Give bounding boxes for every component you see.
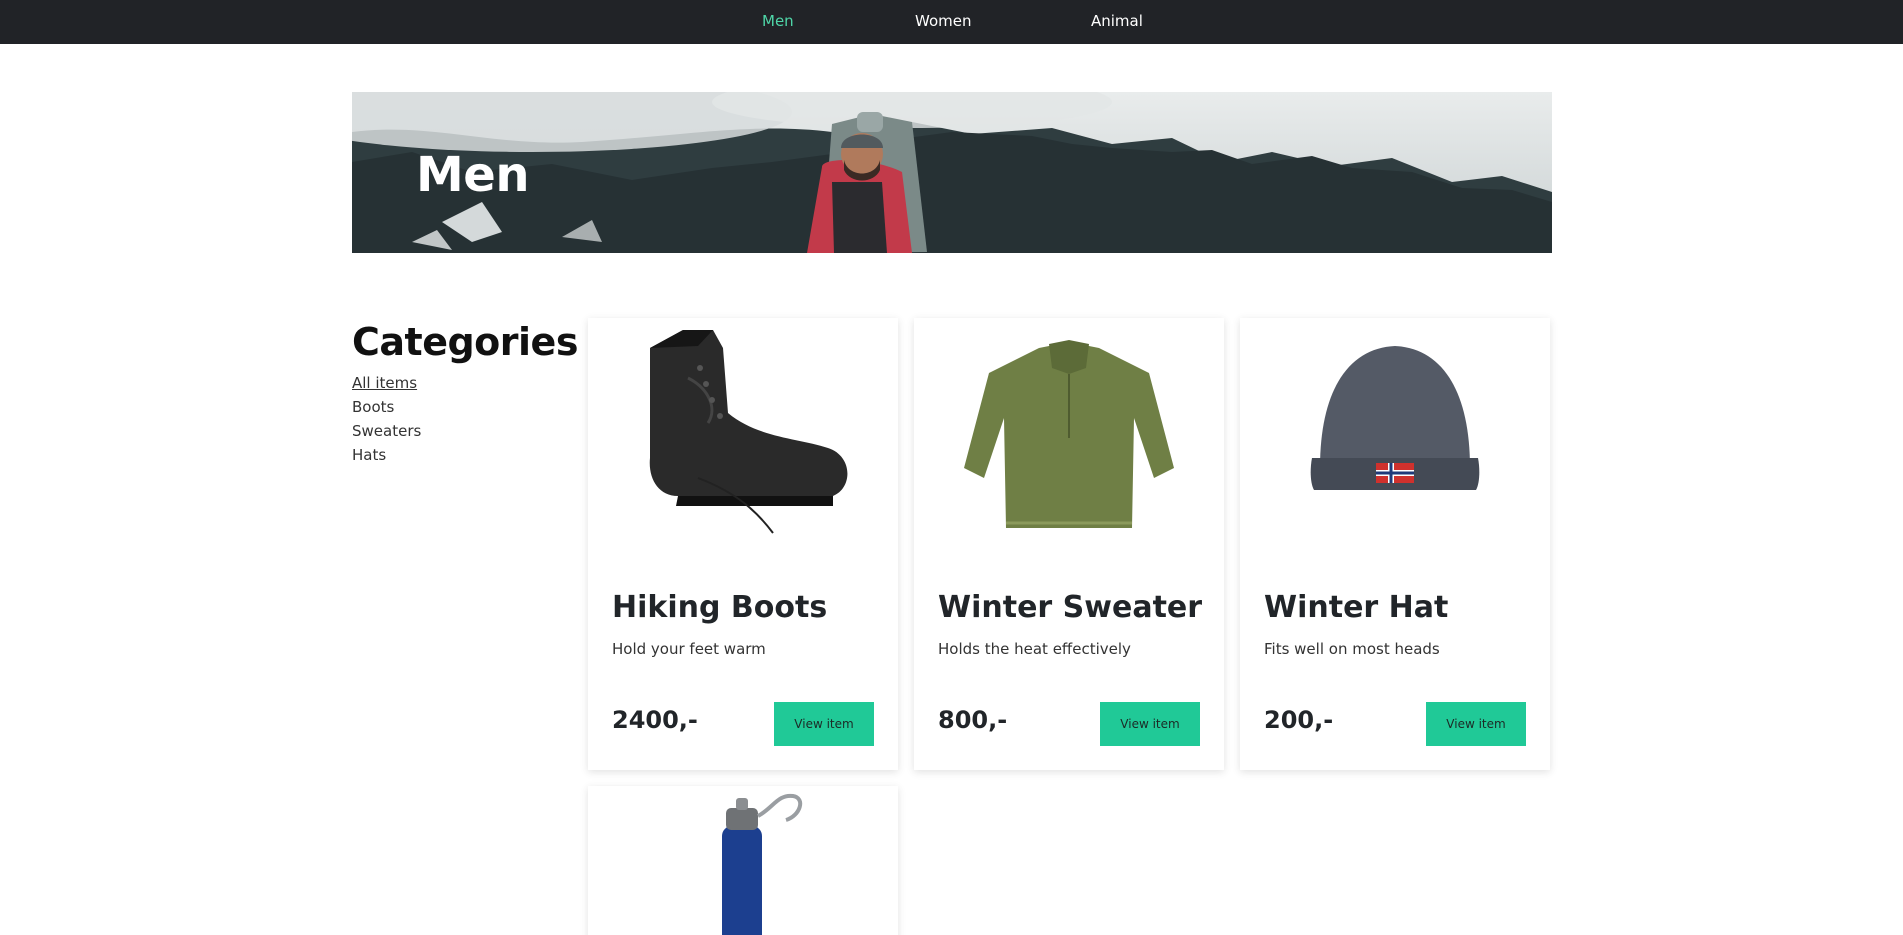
hero-mountain-image [352, 92, 1552, 253]
product-description: Holds the heat effectively [938, 640, 1131, 658]
nav-link-animal[interactable]: Animal [1091, 0, 1143, 44]
product-description: Hold your feet warm [612, 640, 766, 658]
product-name: Winter Hat [1264, 590, 1449, 625]
product-card: Winter Sweater Holds the heat effectivel… [914, 318, 1224, 770]
category-hats[interactable]: Hats [352, 443, 421, 467]
category-boots[interactable]: Boots [352, 395, 421, 419]
nav-link-men[interactable]: Men [762, 0, 794, 44]
view-item-button[interactable]: View item [774, 702, 874, 746]
sweater-image [964, 340, 1174, 528]
hero-title: Men [416, 147, 530, 203]
product-card: Hiking Boots Hold your feet warm 2400,- … [588, 318, 898, 770]
category-all-items[interactable]: All items [352, 371, 421, 395]
hero-banner: Men [352, 92, 1552, 253]
hat-image [1310, 346, 1480, 490]
view-item-button[interactable]: View item [1100, 702, 1200, 746]
product-card [588, 786, 898, 935]
boot-image [649, 330, 848, 534]
norway-flag-icon [1376, 463, 1414, 483]
categories-list: All items Boots Sweaters Hats [352, 371, 421, 467]
top-navbar: Men Women Animal [0, 0, 1903, 44]
view-item-button[interactable]: View item [1426, 702, 1526, 746]
product-card: Winter Hat Fits well on most heads 200,-… [1240, 318, 1550, 770]
category-sweaters[interactable]: Sweaters [352, 419, 421, 443]
product-price: 2400,- [612, 706, 698, 734]
product-name: Winter Sweater [938, 590, 1203, 625]
nav-link-women[interactable]: Women [915, 0, 971, 44]
water-bottle-image [722, 793, 803, 935]
categories-heading: Categories [352, 320, 578, 364]
product-name: Hiking Boots [612, 590, 828, 625]
product-price: 800,- [938, 706, 1008, 734]
product-price: 200,- [1264, 706, 1334, 734]
product-description: Fits well on most heads [1264, 640, 1440, 658]
